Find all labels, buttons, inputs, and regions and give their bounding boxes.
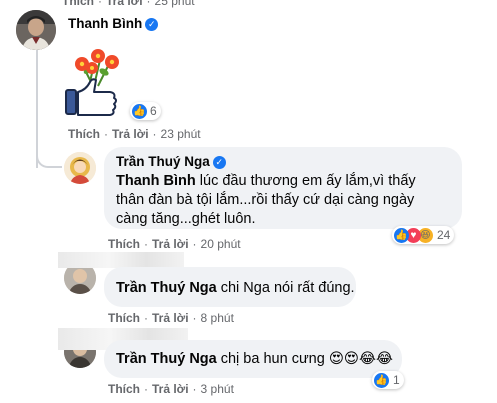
comment-actions: Thích · Trả lời · 20 phút bbox=[108, 237, 241, 251]
timestamp[interactable]: 8 phút bbox=[201, 311, 234, 325]
comment-actions: Thích · Trả lời · 23 phút bbox=[68, 127, 201, 141]
reply-link[interactable]: Trả lời bbox=[106, 0, 143, 8]
blurred-name bbox=[58, 252, 184, 268]
comment-bubble: Trần Thuý Nga chị ba hun cưng 😍😍😂😂 bbox=[104, 340, 402, 378]
comment-actions: Thích · Trả lời · 3 phút bbox=[108, 382, 234, 396]
reaction-summary[interactable]: 👍 6 bbox=[130, 102, 161, 120]
thread-line bbox=[36, 48, 38, 148]
like-link[interactable]: Thích bbox=[108, 237, 140, 251]
timestamp[interactable]: 20 phút bbox=[201, 237, 241, 251]
avatar[interactable] bbox=[16, 10, 56, 50]
reaction-count: 6 bbox=[150, 104, 157, 118]
like-link[interactable]: Thích bbox=[68, 127, 100, 141]
timestamp[interactable]: 3 phút bbox=[201, 382, 234, 396]
reaction-count: 24 bbox=[437, 228, 451, 242]
comment-actions: Thích · Trả lời · 8 phút bbox=[108, 311, 234, 325]
comment-bubble: Trần Thuý Nga ✓ Thanh Bình lúc đầu thương… bbox=[104, 147, 462, 229]
like-link[interactable]: Thích bbox=[62, 0, 94, 8]
avatar-photo bbox=[16, 10, 56, 50]
top-actions: Thích · Trả lời · 25 phút bbox=[62, 0, 195, 8]
verified-badge-icon: ✓ bbox=[212, 156, 226, 169]
sticker-icon bbox=[65, 49, 119, 116]
like-reaction-icon: 👍 bbox=[394, 227, 409, 243]
like-reaction-icon: 👍 bbox=[132, 103, 147, 119]
mention-link[interactable]: Trần Thuý Nga bbox=[116, 280, 217, 296]
avatar-photo bbox=[64, 152, 96, 184]
flower-like-sticker bbox=[64, 46, 132, 122]
like-link[interactable]: Thích bbox=[108, 382, 140, 396]
avatar[interactable] bbox=[64, 152, 96, 184]
comment-bubble: Trần Thuý Nga chi Nga nói rất đúng. bbox=[104, 267, 356, 307]
mention-link[interactable]: Trần Thuý Nga bbox=[116, 351, 217, 367]
like-link[interactable]: Thích bbox=[108, 311, 140, 325]
reaction-summary[interactable]: 👍 ♥ 😆 24 bbox=[392, 226, 455, 244]
reaction-count: 1 bbox=[393, 373, 400, 387]
comment-text: Trần Thuý Nga chi Nga nói rất đúng. bbox=[116, 280, 355, 296]
comment-author[interactable]: Thanh Bình ✓ bbox=[68, 16, 159, 31]
timestamp[interactable]: 23 phút bbox=[161, 127, 201, 141]
reaction-summary[interactable]: 👍 1 bbox=[372, 371, 404, 389]
reply-link[interactable]: Trả lời bbox=[112, 127, 149, 141]
like-reaction-icon: 👍 bbox=[374, 372, 389, 388]
thread-branch bbox=[36, 150, 62, 168]
timestamp[interactable]: 25 phút bbox=[155, 0, 195, 8]
reply-link[interactable]: Trả lời bbox=[152, 237, 189, 251]
verified-badge-icon: ✓ bbox=[145, 18, 159, 31]
comment-author[interactable]: Trần Thuý Nga ✓ bbox=[116, 154, 226, 169]
mention-link[interactable]: Thanh Bình bbox=[116, 173, 196, 189]
reply-link[interactable]: Trả lời bbox=[152, 382, 189, 396]
comment-text: Thanh Bình lúc đầu thương em ấy lắm,vì t… bbox=[116, 173, 416, 227]
comment-text: Trần Thuý Nga chị ba hun cưng 😍😍😂😂 bbox=[116, 351, 393, 367]
emoji-sequence: 😍😍😂😂 bbox=[328, 351, 393, 367]
reply-link[interactable]: Trả lời bbox=[152, 311, 189, 325]
